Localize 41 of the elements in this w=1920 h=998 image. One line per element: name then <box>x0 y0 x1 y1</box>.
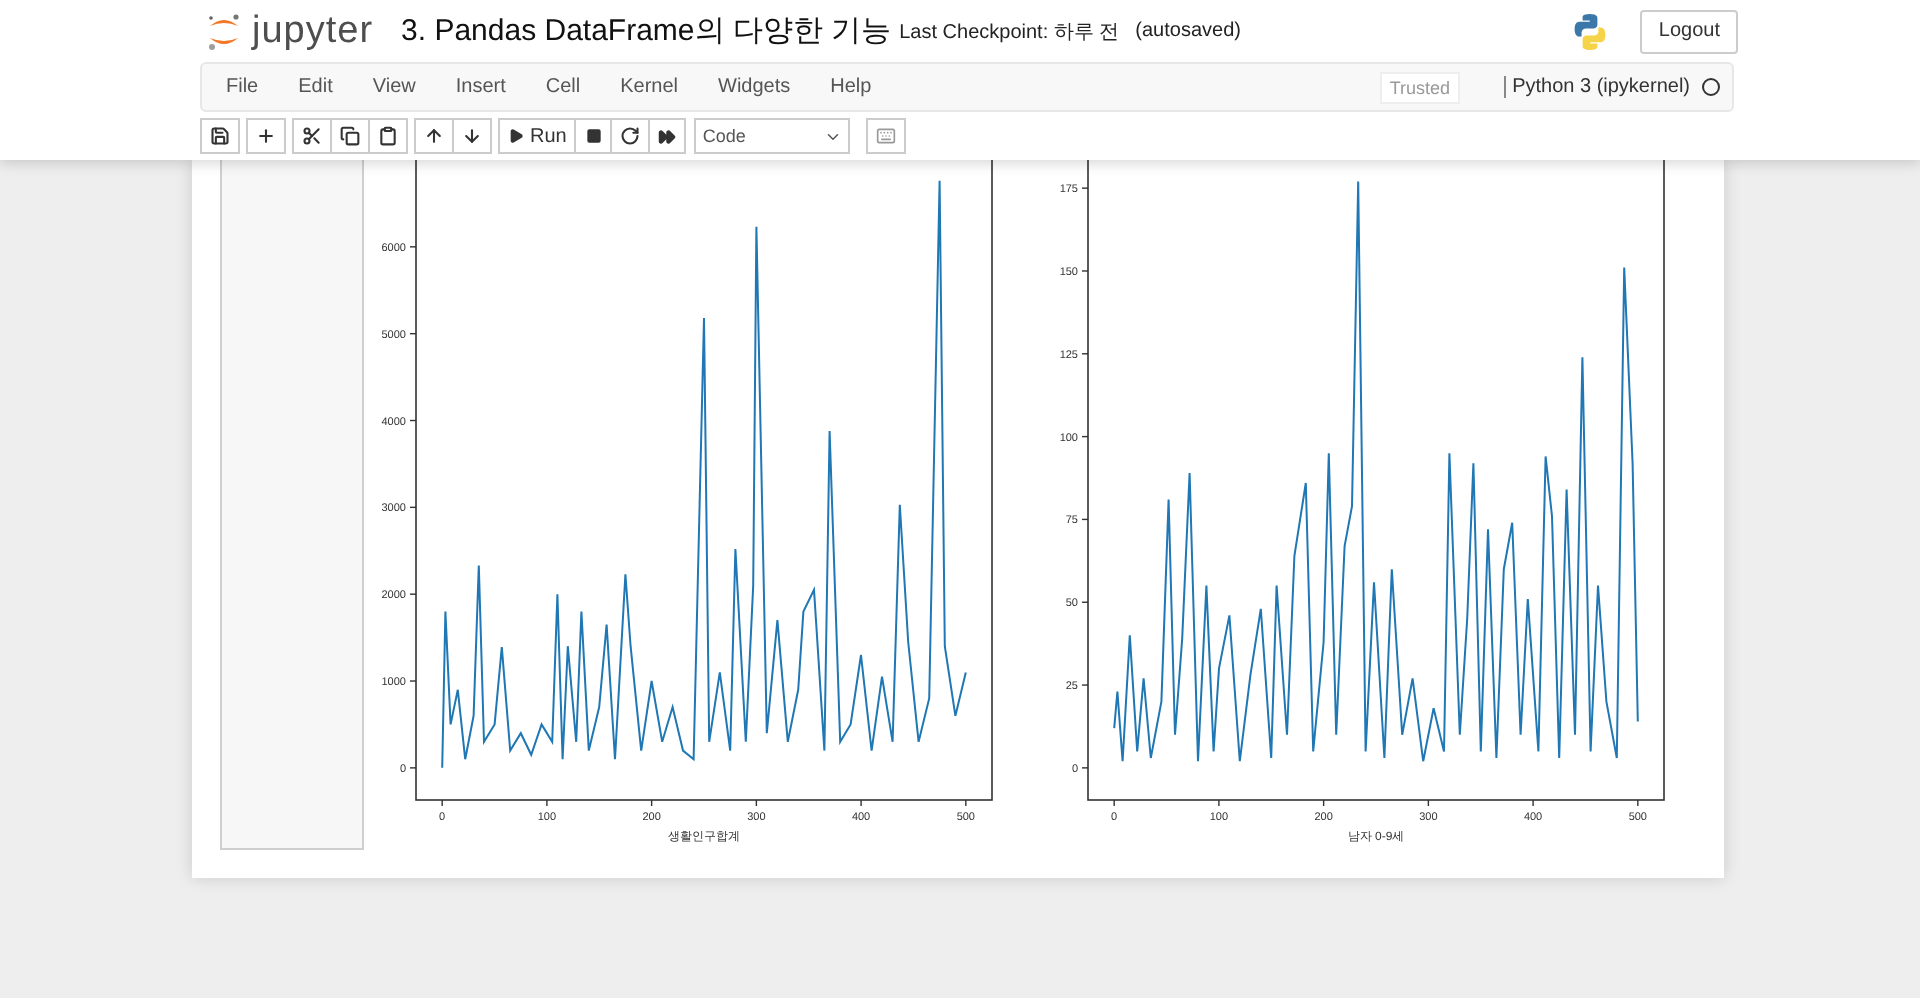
arrow-down-icon <box>462 126 482 146</box>
menu-item[interactable]: File <box>206 76 279 98</box>
play-icon <box>508 128 524 144</box>
clipboard-icon <box>378 126 398 146</box>
menu-item[interactable]: Help <box>810 76 892 98</box>
checkpoint-text: Last Checkpoint: 하루 전 <box>899 19 1120 45</box>
restart-icon <box>620 126 641 146</box>
save-icon <box>210 126 230 146</box>
paste-button[interactable] <box>368 118 408 154</box>
move-up-button[interactable] <box>414 118 454 154</box>
scissors-icon <box>302 126 322 146</box>
keyboard-button[interactable] <box>866 118 907 154</box>
cell-type-dropdown[interactable]: Code <box>694 118 851 154</box>
logout-button[interactable]: Logout <box>1640 9 1738 53</box>
fast-forward-icon <box>658 127 677 145</box>
autosave-status: (autosaved) <box>1135 20 1241 42</box>
stop-button[interactable] <box>574 118 613 154</box>
menu-item[interactable]: Widgets <box>698 76 811 98</box>
run-button[interactable]: Run <box>498 118 577 154</box>
menu-item[interactable]: Insert <box>435 76 526 98</box>
stop-icon <box>585 128 602 144</box>
kernel-name: Python 3 (ipykernel) <box>1504 76 1690 98</box>
menu-item[interactable]: Edit <box>278 76 353 98</box>
notebook-title[interactable]: 3. Pandas DataFrame의 다양한 기능 <box>401 12 892 50</box>
keyboard-icon <box>876 126 897 146</box>
menu-item[interactable]: Kernel <box>600 76 699 98</box>
plus-icon <box>256 126 276 146</box>
cut-button[interactable] <box>292 118 332 154</box>
add-cell-button[interactable] <box>246 118 286 154</box>
python-logo-icon <box>1570 11 1611 51</box>
logo-icon <box>206 11 242 51</box>
copy-button[interactable] <box>330 118 370 154</box>
run-all-button[interactable] <box>648 118 687 154</box>
save-button[interactable] <box>200 118 240 154</box>
jupyter-logo-text: jupyter <box>252 9 374 53</box>
copy-icon <box>340 126 360 146</box>
menu-item[interactable]: Cell <box>525 76 601 98</box>
arrow-up-icon <box>424 126 444 146</box>
restart-button[interactable] <box>610 118 651 154</box>
menu-item[interactable]: View <box>352 76 436 98</box>
move-down-button[interactable] <box>452 118 492 154</box>
